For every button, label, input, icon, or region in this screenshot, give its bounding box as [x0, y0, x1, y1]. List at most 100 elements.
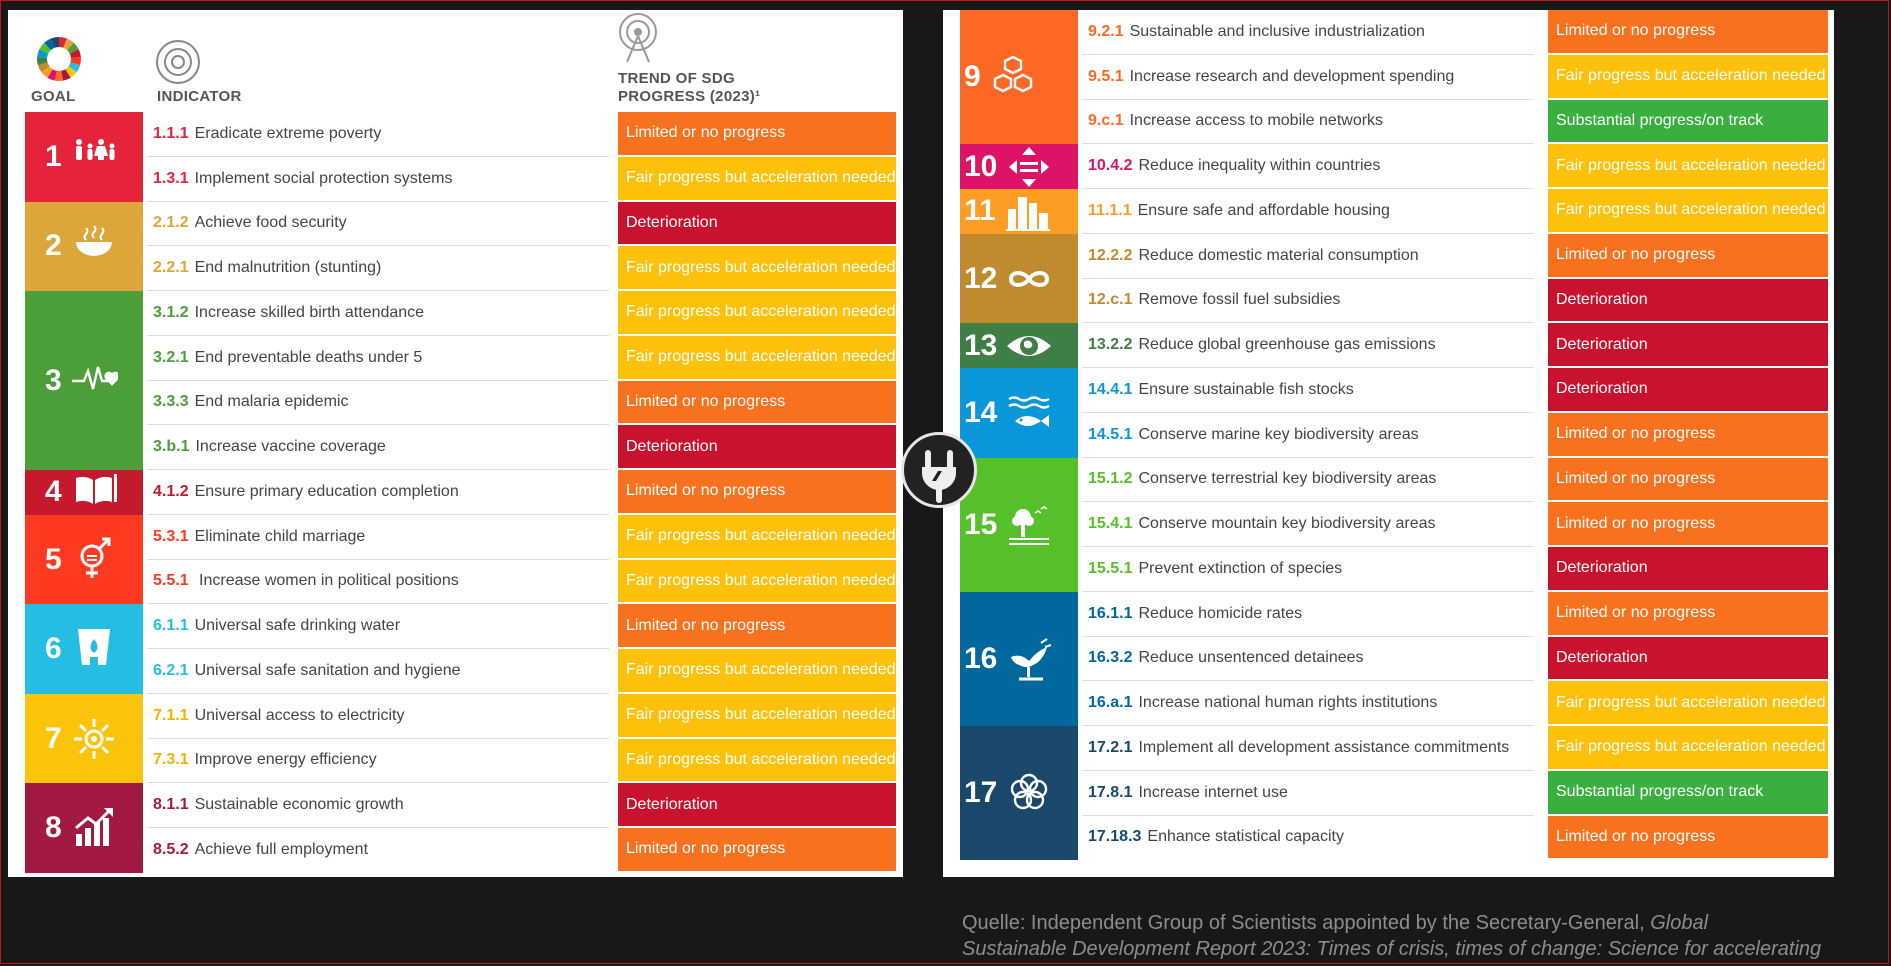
indicator-code: 6.2.1 — [153, 661, 189, 679]
goal-number: 2 — [45, 229, 62, 263]
growth-chart-icon — [74, 808, 113, 846]
indicator-row: 9.c.1 Increase access to mobile networks — [1088, 100, 1383, 144]
indicator-row: 6.1.1 Universal safe drinking water — [153, 604, 400, 648]
trend-badge: Limited or no progress — [618, 828, 896, 871]
indicator-code: 9.5.1 — [1088, 67, 1124, 85]
flower-icon — [1011, 773, 1048, 810]
trend-badge: Deterioration — [1548, 323, 1828, 366]
indicator-text: Ensure primary education completion — [194, 482, 459, 500]
trend-badge: Fair progress but acceleration needed — [618, 335, 896, 379]
trend-badge: Limited or no progress — [618, 604, 896, 647]
goal-number: 16 — [964, 641, 998, 675]
indicator-text: Increase national human rights instituti… — [1138, 694, 1438, 712]
goal-tile-6: 6 — [25, 604, 143, 694]
trend-badge: Fair progress but acceleration needed — [1548, 144, 1828, 187]
indicator-row: 8.1.1 Sustainable economic growth — [153, 783, 404, 827]
indicator-text: Remove fossil fuel subsidies — [1138, 291, 1341, 309]
indicator-text: Prevent extinction of species — [1138, 559, 1343, 577]
indicator-code: 3.1.2 — [153, 303, 189, 321]
source-citation: Quelle: Independent Group of Scientists … — [962, 910, 1891, 962]
indicator-text: Eradicate extreme poverty — [194, 124, 382, 142]
goal-number: 17 — [964, 776, 998, 810]
trend-badge: Fair progress but acceleration needed — [618, 514, 896, 558]
indicator-text: Enhance statistical capacity — [1147, 828, 1344, 846]
indicator-text: Reduce homicide rates — [1138, 604, 1303, 622]
indicator-code: 17.2.1 — [1088, 738, 1133, 756]
indicator-code: 3.2.1 — [153, 348, 189, 366]
right-table-panel: 9 9.2.1 Sustainable and inclusive industri… — [943, 10, 1834, 877]
trend-badge: Limited or no progress — [1548, 591, 1828, 635]
indicator-row: 1.1.1 Eradicate extreme poverty — [153, 112, 381, 156]
indicator-text: Conserve marine key biodiversity areas — [1138, 425, 1419, 443]
trend-badge: Deterioration — [618, 201, 896, 245]
goal-number: 12 — [964, 261, 998, 295]
indicator-row: 3.b.1 Increase vaccine coverage — [153, 425, 386, 469]
city-icon — [1005, 197, 1050, 232]
indicator-text: Reduce inequality within countries — [1138, 157, 1381, 175]
goal-number: 13 — [964, 328, 998, 362]
goal-tile-11: 11 — [960, 189, 1078, 234]
indicator-header: INDICATOR — [157, 88, 242, 105]
indicator-row: 16.1.1 Reduce homicide rates — [1088, 592, 1302, 636]
indicator-row: 16.3.2 Reduce unsentenced detainees — [1088, 637, 1364, 681]
goal-number: 11 — [964, 194, 996, 228]
indicator-code: 16.a.1 — [1088, 694, 1133, 712]
goal-tile-15: 15 — [960, 457, 1078, 592]
indicator-row: 15.4.1 Conserve mountain key biodiversity… — [1088, 502, 1436, 546]
goal-tile-10: 10 — [960, 144, 1078, 189]
indicator-row: 3.1.2 Increase skilled birth attendance — [153, 291, 424, 335]
indicator-text: Increase skilled birth attendance — [194, 303, 425, 321]
indicator-row: 7.3.1 Improve energy efficiency — [153, 739, 377, 783]
family-icon — [75, 138, 115, 160]
indicator-row: 11.1.1 Ensure safe and affordable housing — [1088, 189, 1390, 233]
indicator-code: 15.5.1 — [1088, 559, 1133, 577]
indicator-code: 7.1.1 — [153, 706, 189, 724]
heartbeat-icon — [71, 366, 118, 389]
indicator-code: 17.8.1 — [1088, 783, 1133, 801]
trend-badge: Deterioration — [618, 783, 896, 826]
tree-icon — [1009, 505, 1050, 545]
trend-badge: Fair progress but acceleration needed — [618, 693, 896, 737]
indicator-row: 16.a.1 Increase national human rights ins… — [1088, 681, 1437, 725]
indicator-code: 3.b.1 — [153, 438, 190, 456]
trend-badge: Limited or no progress — [1548, 233, 1828, 277]
indicator-code: 15.1.2 — [1088, 470, 1133, 488]
indicator-row: 17.2.1 Implement all development assistan… — [1088, 726, 1509, 770]
indicator-row: 15.5.1 Prevent extinction of species — [1088, 547, 1342, 591]
indicator-row: 3.2.1 End preventable deaths under 5 — [153, 336, 422, 380]
indicator-code: 8.1.1 — [153, 796, 189, 814]
indicator-text: Universal safe drinking water — [194, 617, 401, 635]
center-badge — [901, 432, 977, 508]
plug-icon — [922, 450, 956, 503]
trend-badge: Fair progress but acceleration needed — [618, 649, 896, 692]
indicator-text: Conserve mountain key biodiversity areas — [1138, 515, 1436, 533]
water-drop-icon — [77, 629, 110, 665]
trend-badge: Deterioration — [618, 425, 896, 468]
indicator-text: Improve energy efficiency — [194, 751, 377, 769]
indicator-row: 3.3.3 End malaria epidemic — [153, 381, 348, 425]
indicator-row: 14.5.1 Conserve marine key biodiversity a… — [1088, 413, 1419, 457]
indicator-row: 2.2.1 End malnutrition (stunting) — [153, 246, 381, 290]
goal-number: 15 — [964, 507, 998, 541]
trend-badge: Fair progress but acceleration needed — [1548, 189, 1828, 232]
indicator-row: 5.5.1 Increase women in political positi… — [153, 560, 459, 604]
trend-badge: Fair progress but acceleration needed — [618, 291, 896, 334]
indicator-text: Achieve food security — [194, 214, 347, 232]
indicator-text: Reduce global greenhouse gas emissions — [1138, 336, 1436, 354]
trend-badge: Fair progress but acceleration needed — [1548, 54, 1828, 98]
sun-icon — [73, 718, 114, 759]
indicator-code: 16.1.1 — [1088, 604, 1133, 622]
source-prefix: Quelle: Independent Group of Scientists … — [962, 912, 1651, 934]
goal-number: 8 — [45, 811, 62, 844]
trend-badge: Deterioration — [1548, 636, 1828, 680]
indicator-text: Increase research and development spendi… — [1129, 67, 1455, 85]
trend-badge: Limited or no progress — [1548, 10, 1828, 53]
indicator-code: 7.3.1 — [153, 751, 189, 769]
goal-tile-17: 17 — [960, 726, 1078, 861]
trend-badge: Deterioration — [1548, 278, 1828, 322]
food-bowl-icon — [75, 225, 112, 257]
indicator-text: Conserve terrestrial key biodiversity ar… — [1138, 470, 1437, 488]
indicator-text: Reduce domestic material consumption — [1138, 246, 1419, 264]
indicator-code: 9.c.1 — [1088, 112, 1124, 130]
target-icon — [156, 40, 200, 84]
